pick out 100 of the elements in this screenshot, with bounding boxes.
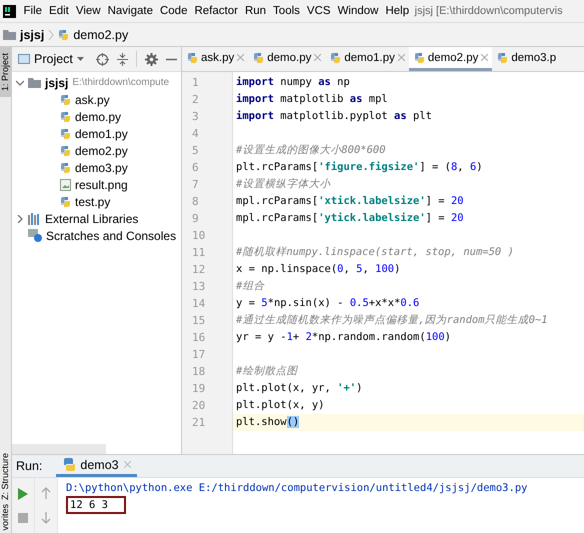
stop-icon[interactable]	[18, 513, 28, 524]
code-line: x = np.linspace(0, 5, 100)	[236, 263, 400, 275]
caret-icon	[76, 57, 84, 61]
code-line: import matplotlib.pyplot as plt	[236, 110, 432, 122]
close-icon[interactable]	[237, 54, 244, 61]
line-number: 2	[191, 92, 200, 108]
down-arrow-icon[interactable]	[41, 512, 51, 524]
python-file-icon	[60, 128, 71, 140]
line-number: 9	[191, 211, 200, 227]
app-logo-icon	[3, 4, 16, 18]
tree-item[interactable]: demo1.py	[75, 126, 128, 140]
tree-item[interactable]: ask.py	[75, 92, 110, 106]
tree-item[interactable]: demo2.py	[75, 144, 128, 158]
menu-item[interactable]: Navigate	[104, 5, 156, 17]
folder-icon	[3, 29, 16, 40]
code-line: #通过生成随机数来作为噪声点偏移量,因为random只能生成0~1	[236, 314, 548, 326]
python-file-icon	[187, 52, 198, 64]
line-number: 16	[191, 330, 206, 346]
close-icon[interactable]	[124, 461, 131, 468]
python-file-icon	[58, 28, 70, 40]
console-command: D:\python\python.exe E:/thirddown/computervision/untitled4/jsjsj/demo3.py	[66, 482, 528, 494]
code-line: import matplotlib as mpl	[236, 93, 388, 105]
code-line: import numpy as np	[236, 76, 350, 88]
code-line: #绘制散点图	[236, 365, 298, 377]
menu-item[interactable]: Run	[241, 5, 270, 17]
menu-item[interactable]: Edit	[46, 5, 72, 17]
run-icon[interactable]	[18, 488, 28, 500]
close-icon[interactable]	[398, 54, 405, 61]
scrollbar[interactable]	[12, 444, 106, 454]
line-number: 7	[191, 177, 200, 193]
line-number: 4	[191, 126, 200, 142]
python-file-icon	[253, 52, 264, 64]
window-title: jsjsj [E:\thirddown\computervis	[414, 5, 563, 17]
editor-tab[interactable]: demo3.p	[492, 47, 560, 71]
close-icon[interactable]	[481, 54, 488, 61]
tree-item[interactable]: test.py	[75, 194, 110, 208]
tree-item[interactable]: Scratches and Consoles	[46, 228, 176, 242]
menu-item[interactable]: VCS	[303, 5, 334, 17]
menu-item[interactable]: Code	[156, 5, 191, 17]
line-number: 3	[191, 109, 200, 125]
menu-item[interactable]: Refactor	[190, 5, 242, 17]
line-number: 1	[191, 75, 200, 91]
tree-item[interactable]: jsjsj	[45, 76, 68, 90]
chevron-icon	[48, 28, 54, 40]
close-icon[interactable]	[314, 54, 322, 61]
code-line: plt.rcParams['figure.figsize'] = (8, 6)	[236, 161, 483, 173]
code-line: plt.plot(x, yr, '+')	[236, 382, 362, 394]
collapse-icon[interactable]	[116, 52, 128, 66]
python-icon	[62, 458, 76, 471]
crosshair-icon[interactable]	[96, 52, 109, 66]
menu-item[interactable]: Window	[334, 5, 382, 17]
code-line: y = 5*np.sin(x) - 0.5+x*x*0.6	[236, 297, 420, 309]
code-line: mpl.rcParams['ytick.labelsize'] = 20	[236, 212, 464, 224]
image-file-icon	[60, 178, 71, 190]
tree-item[interactable]: demo.py	[75, 110, 122, 124]
line-number: 20	[191, 398, 206, 414]
code-line: #组合	[236, 280, 264, 292]
tree-item[interactable]: demo3.py	[75, 160, 128, 174]
line-number: 19	[191, 381, 206, 397]
line-number: 14	[191, 296, 206, 312]
line-number: 11	[191, 245, 206, 261]
panel-icon	[18, 54, 30, 64]
python-file-icon	[60, 94, 71, 106]
tool-window-tab[interactable]: Z: Structure	[0, 441, 11, 504]
python-file-icon	[497, 52, 508, 64]
library-icon	[28, 212, 41, 224]
python-file-icon	[330, 52, 342, 64]
code-line: plt.show()	[236, 416, 300, 428]
code-line: #设置生成的图像大小800*600	[236, 144, 386, 156]
python-file-icon	[60, 162, 71, 174]
menu-item[interactable]: Help	[382, 5, 413, 17]
tree-item[interactable]: External Libraries	[45, 212, 138, 226]
folder-icon	[28, 77, 41, 88]
line-number: 17	[191, 347, 206, 363]
line-number: 21	[191, 415, 206, 431]
up-arrow-icon[interactable]	[41, 487, 51, 500]
console-output: 12 6 3	[66, 496, 126, 514]
gear-icon[interactable]	[144, 52, 158, 66]
run-tab[interactable]: demo3	[56, 455, 137, 477]
line-number: 10	[191, 228, 206, 244]
menu-item[interactable]: Tools	[270, 5, 304, 17]
scratches-icon	[28, 229, 42, 242]
breadcrumb-item[interactable]: demo2.py	[73, 28, 128, 42]
tool-window-tab[interactable]: vorites	[0, 504, 11, 533]
editor-tab[interactable]: demo1.py	[325, 47, 409, 71]
folder-path: E:\thirddown\compute	[72, 77, 170, 88]
line-number: 18	[191, 364, 206, 380]
menu-item[interactable]: File	[20, 5, 46, 17]
tree-item[interactable]: result.png	[75, 178, 128, 192]
editor-tab[interactable]: ask.py	[182, 47, 248, 71]
panel-label: Run:	[16, 459, 42, 473]
python-file-icon	[60, 196, 71, 208]
code-line: #设置横纵字体大小	[236, 178, 330, 190]
line-number: 15	[191, 313, 206, 329]
tool-window-tab[interactable]: 1: Project	[0, 47, 11, 98]
editor-tab[interactable]: demo2.py	[408, 47, 492, 71]
line-number: 12	[191, 262, 206, 278]
breadcrumb-item[interactable]: jsjsj	[20, 28, 44, 42]
editor-tab[interactable]: demo.py	[248, 47, 326, 71]
menu-item[interactable]: View	[72, 5, 104, 17]
